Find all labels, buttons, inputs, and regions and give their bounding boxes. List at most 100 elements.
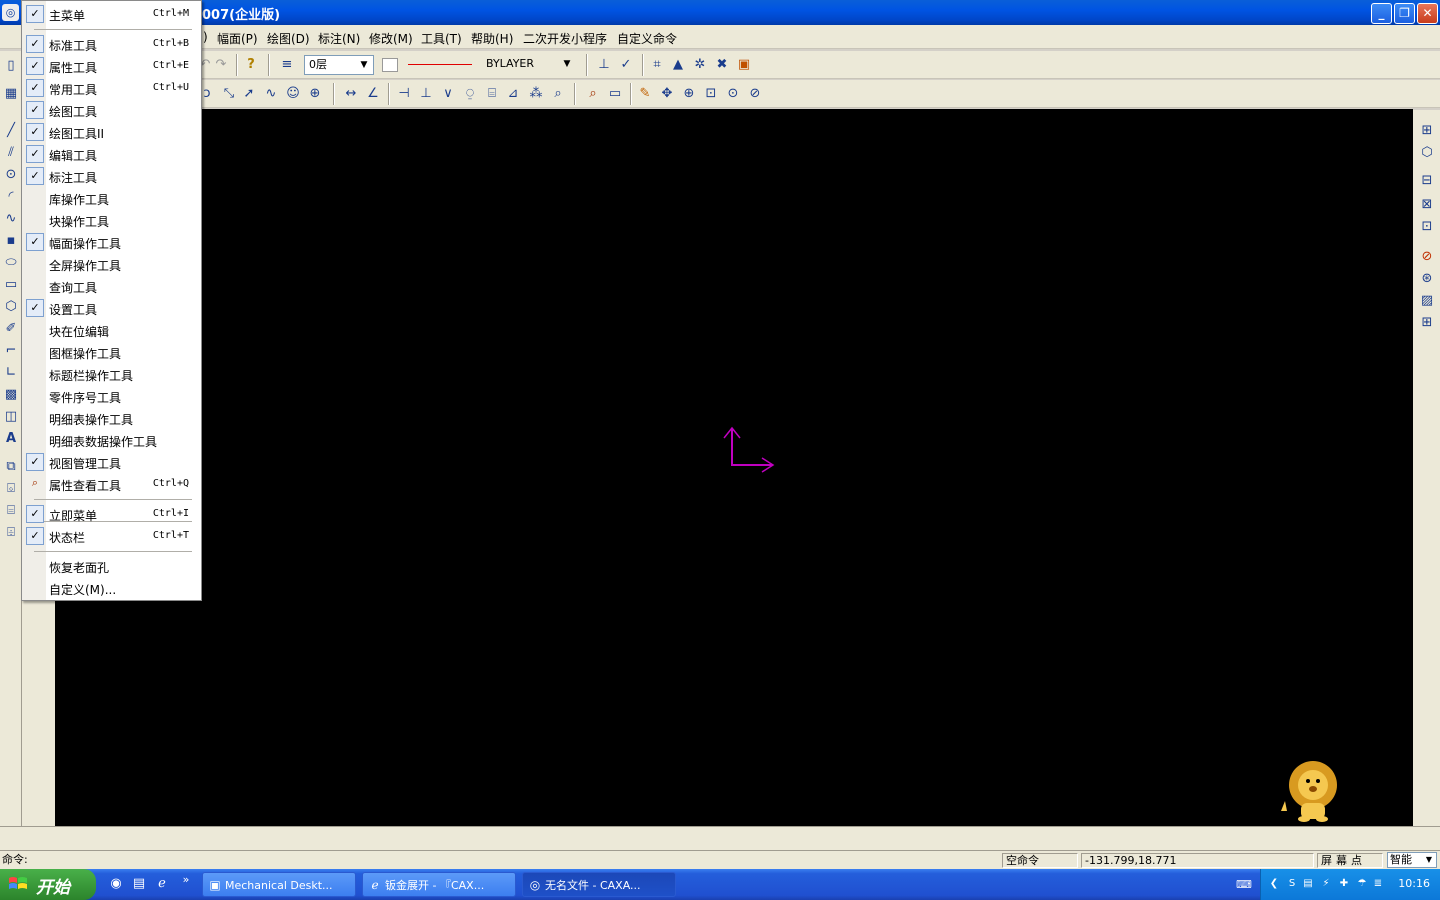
explode-icon[interactable]: ⁂	[527, 85, 545, 103]
line-icon[interactable]: ╱	[2, 122, 20, 140]
restore-button[interactable]: ❐	[1394, 3, 1415, 24]
3d-icon[interactable]: ⬡	[1418, 144, 1436, 162]
task-caxa[interactable]: ◎ 无名文件 - CAXA...	[522, 872, 676, 897]
taper-icon[interactable]: ⊿	[504, 85, 522, 103]
quicklaunch-more-icon[interactable]: »	[178, 872, 194, 888]
zoom-realtime-icon[interactable]: ⊕	[680, 85, 698, 103]
menu-tools[interactable]: 工具(T)	[421, 30, 462, 47]
chamfer-icon[interactable]: ⌐	[2, 342, 20, 360]
datum-icon[interactable]: ⊣	[395, 85, 413, 103]
layer-icon[interactable]: ≡	[278, 56, 296, 74]
caxa-app-icon[interactable]: ◎	[2, 4, 19, 21]
rectangle-icon[interactable]: ▭	[2, 276, 20, 294]
menu-item[interactable]: 图框操作工具	[22, 341, 201, 363]
menu-item[interactable]: ⌕ 属性查看工具 Ctrl+Q	[22, 473, 201, 495]
roughness-icon[interactable]: ∨	[439, 85, 457, 103]
query-icon[interactable]: ⌕	[584, 85, 602, 103]
menu-item[interactable]: 全屏操作工具	[22, 253, 201, 275]
print-icon[interactable]: ▣	[735, 56, 753, 74]
dropdown-arrow-icon[interactable]: ▼	[357, 57, 371, 73]
snap-mode[interactable]: 屏幕点	[1317, 853, 1383, 868]
quicklaunch-browser-icon[interactable]: ◉	[108, 876, 124, 892]
color-swatch[interactable]	[382, 58, 398, 72]
measure-icon[interactable]: ▭	[606, 85, 624, 103]
fillet-icon[interactable]: ∟	[2, 364, 20, 382]
parallel-line-icon[interactable]: ⫽	[2, 144, 20, 162]
linear-dim-icon[interactable]: ↔	[342, 85, 360, 103]
menu-item[interactable]: 查询工具	[22, 275, 201, 297]
pencil-icon[interactable]: ✎	[636, 85, 654, 103]
zoom-all-icon[interactable]: ⊙	[724, 85, 742, 103]
dropdown-arrow-icon[interactable]: ▼	[560, 56, 574, 72]
tray-ime-icon[interactable]: ≣	[1371, 877, 1385, 891]
menu-item[interactable]: ✓ 编辑工具	[22, 143, 201, 165]
block-icon[interactable]: ◫	[2, 408, 20, 426]
tray-antivirus-icon[interactable]: ✚	[1337, 877, 1351, 891]
menu-item[interactable]: ✓ 主菜单 Ctrl+M	[22, 3, 201, 25]
menu-item[interactable]: ✓ 视图管理工具	[22, 451, 201, 473]
view-manager-icon[interactable]: ⊛	[1418, 270, 1436, 288]
balloon-icon[interactable]: ⊠	[1418, 196, 1436, 214]
hatch-draw-icon[interactable]: ▩	[2, 386, 20, 404]
stretch-icon[interactable]: ⤡	[220, 85, 238, 103]
bom-icon[interactable]: ⊡	[1418, 218, 1436, 236]
menu-item[interactable]: 恢复老面孔	[22, 555, 201, 577]
menu-item[interactable]: 库操作工具	[22, 187, 201, 209]
snap-icon[interactable]: ⊥	[595, 56, 613, 74]
polyline-icon[interactable]: ✐	[2, 320, 20, 338]
feature-icon[interactable]: ⌗	[648, 56, 666, 74]
menu-item[interactable]: 自定义(M)...	[22, 577, 201, 599]
lock-icon[interactable]: ⊘	[1418, 248, 1436, 266]
spline-draw-icon[interactable]: ∿	[2, 210, 20, 228]
smart-snap-select[interactable]: 智能 ▼	[1387, 852, 1437, 868]
ellipse-icon[interactable]: ⬭	[2, 254, 20, 272]
attribute-icon[interactable]: ⌹	[2, 524, 20, 542]
edit-block-icon[interactable]: ⊞	[1418, 314, 1436, 332]
tolerance-icon[interactable]: ⊥	[417, 85, 435, 103]
start-button[interactable]: 开始	[0, 869, 96, 900]
centerline-icon[interactable]: ⊕	[306, 85, 324, 103]
title-block-icon[interactable]: ⊟	[1418, 172, 1436, 190]
linetype-preview[interactable]	[404, 56, 480, 74]
zoom-window-icon[interactable]: ⊡	[702, 85, 720, 103]
section-icon[interactable]: ⌸	[483, 85, 501, 103]
help-icon[interactable]: ?	[242, 56, 260, 74]
polygon-icon[interactable]: ⬡	[2, 298, 20, 316]
menu-item[interactable]: 块在位编辑	[22, 319, 201, 341]
angle-dim-icon[interactable]: ∠	[364, 85, 382, 103]
task-sheetmetal-ie[interactable]: ℯ 钣金展开 - 『CAX...	[362, 872, 516, 897]
menu-item[interactable]: ✓ 标注工具	[22, 165, 201, 187]
user-icon[interactable]: ☺	[284, 85, 302, 103]
frame-icon[interactable]: ⊞	[1418, 122, 1436, 140]
arrow-icon[interactable]: ➚	[240, 85, 258, 103]
keyboard-icon[interactable]: ⌨	[1236, 878, 1252, 892]
menu-item[interactable]: ✓ 状态栏 Ctrl+T	[22, 525, 201, 547]
menu-item[interactable]: 明细表操作工具	[22, 407, 201, 429]
menu-item[interactable]: ✓ 常用工具 Ctrl+U	[22, 77, 201, 99]
tray-network-icon[interactable]: ▤	[1301, 877, 1315, 891]
linetype-select[interactable]: BYLAYER ▼	[482, 55, 576, 75]
clock[interactable]: 10:16	[1398, 877, 1430, 890]
new-file-icon[interactable]: ▯	[2, 57, 20, 75]
menu-secondary-dev[interactable]: 二次开发小程序	[523, 30, 607, 47]
menu-item[interactable]: ✓ 设置工具	[22, 297, 201, 319]
circle-icon[interactable]: ⊙	[2, 166, 20, 184]
menu-partial[interactable]: )	[203, 30, 208, 44]
text-icon[interactable]: A	[2, 430, 20, 448]
hatch-pattern-icon[interactable]: ▨	[1418, 292, 1436, 310]
redo-icon[interactable]: ↷	[212, 56, 230, 74]
view-icon[interactable]: ⌕	[549, 85, 567, 103]
menu-item[interactable]: 零件序号工具	[22, 385, 201, 407]
tray-umbrella-icon[interactable]: ☂	[1355, 877, 1369, 891]
tray-expand-icon[interactable]: ❮	[1267, 877, 1281, 891]
spline-icon[interactable]: ∿	[262, 85, 280, 103]
menu-item[interactable]: ✓ 标准工具 Ctrl+B	[22, 33, 201, 55]
tray-flash-icon[interactable]: ⚡	[1319, 877, 1333, 891]
menu-item[interactable]: ✓ 立即菜单 Ctrl+I	[22, 503, 201, 525]
menu-item[interactable]: 标题栏操作工具	[22, 363, 201, 385]
menu-dimension[interactable]: 标注(N)	[318, 30, 360, 47]
quicklaunch-desktop-icon[interactable]: ▤	[131, 876, 147, 892]
layer-select[interactable]: 0层 ▼	[304, 55, 374, 75]
point-filter-icon[interactable]: ✓	[617, 56, 635, 74]
dropdown-arrow-icon[interactable]: ▼	[1423, 853, 1435, 867]
